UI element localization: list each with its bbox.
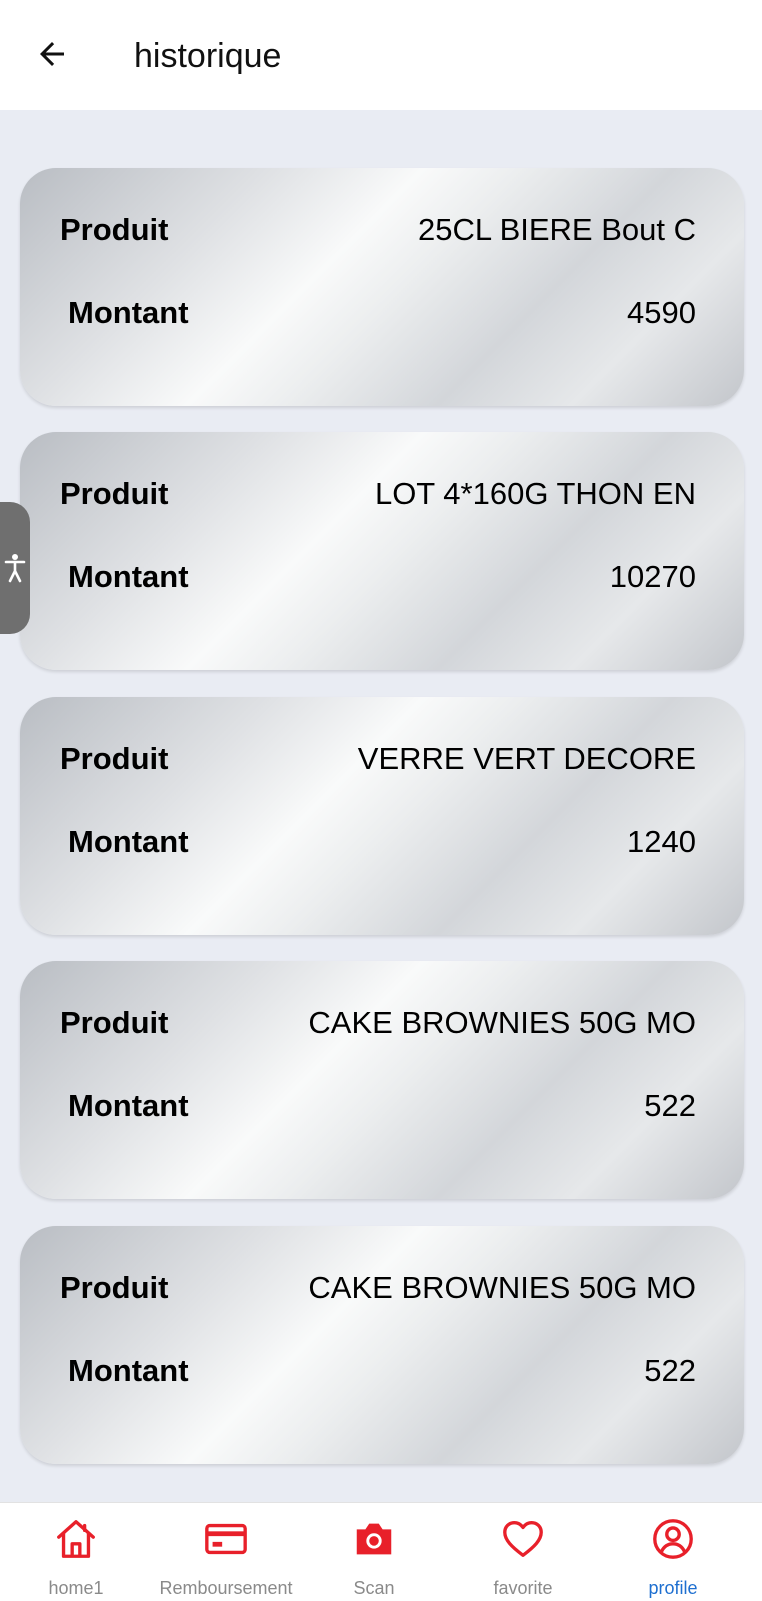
history-card[interactable]: Produit LOT 4*160G THON EN Montant 10270 [20,432,744,670]
nav-item-profile[interactable]: profile [597,1503,749,1601]
amount-label: Montant [68,1353,189,1388]
amount-row: Montant 4590 [20,293,744,333]
product-label: Produit [60,476,169,511]
product-value: CAKE BROWNIES 50G MO [308,1005,696,1040]
product-value: VERRE VERT DECORE [357,741,696,776]
product-row: Produit VERRE VERT DECORE [20,739,744,779]
product-label: Produit [60,1005,169,1040]
history-card[interactable]: Produit 25CL BIERE Bout C Montant 4590 [20,168,744,406]
history-card[interactable]: Produit CAKE BROWNIES 50G MO Montant 522 [20,961,744,1199]
product-value: 25CL BIERE Bout C [418,212,696,247]
accessibility-icon [4,554,26,583]
arrow-left-icon [40,42,64,66]
amount-label: Montant [68,295,189,330]
product-row: Produit CAKE BROWNIES 50G MO [20,1268,744,1308]
product-label: Produit [60,741,169,776]
product-row: Produit LOT 4*160G THON EN [20,474,744,514]
heart-icon [499,1515,547,1563]
amount-value: 1240 [627,824,696,859]
nav-label: home1 [48,1578,104,1598]
product-label: Produit [60,212,169,247]
nav-label: Scan [353,1578,395,1598]
page-title: historique [134,37,282,75]
product-label: Produit [60,1270,169,1305]
accessibility-button[interactable] [0,502,30,634]
nav-item-remboursement[interactable]: Remboursement [150,1503,302,1601]
amount-label: Montant [68,1088,189,1123]
amount-value: 4590 [627,295,696,330]
camera-icon [350,1515,398,1563]
nav-item-scan[interactable]: Scan [298,1503,450,1601]
amount-label: Montant [68,824,189,859]
home-icon [52,1515,100,1563]
amount-value: 10270 [609,559,696,594]
card-icon [202,1515,250,1563]
product-value: CAKE BROWNIES 50G MO [308,1270,696,1305]
history-card[interactable]: Produit CAKE BROWNIES 50G MO Montant 522 [20,1226,744,1464]
amount-row: Montant 522 [20,1086,744,1126]
amount-row: Montant 1240 [20,822,744,862]
nav-label: profile [648,1578,698,1598]
amount-row: Montant 10270 [20,557,744,597]
product-row: Produit CAKE BROWNIES 50G MO [20,1003,744,1043]
amount-value: 522 [644,1353,696,1388]
back-button[interactable] [30,32,74,76]
product-value: LOT 4*160G THON EN [374,476,696,511]
amount-label: Montant [68,559,189,594]
nav-item-favorite[interactable]: favorite [447,1503,599,1601]
nav-label: Remboursement [159,1578,293,1598]
nav-item-home1[interactable]: home1 [0,1503,152,1601]
history-card[interactable]: Produit VERRE VERT DECORE Montant 1240 [20,697,744,935]
bottom-navigation: home1 Remboursement Scan favorite profil… [0,1502,762,1601]
profile-icon [649,1515,697,1563]
amount-value: 522 [644,1088,696,1123]
nav-label: favorite [493,1578,553,1598]
amount-row: Montant 522 [20,1351,744,1391]
app-bar: historique [0,0,762,110]
product-row: Produit 25CL BIERE Bout C [20,210,744,250]
